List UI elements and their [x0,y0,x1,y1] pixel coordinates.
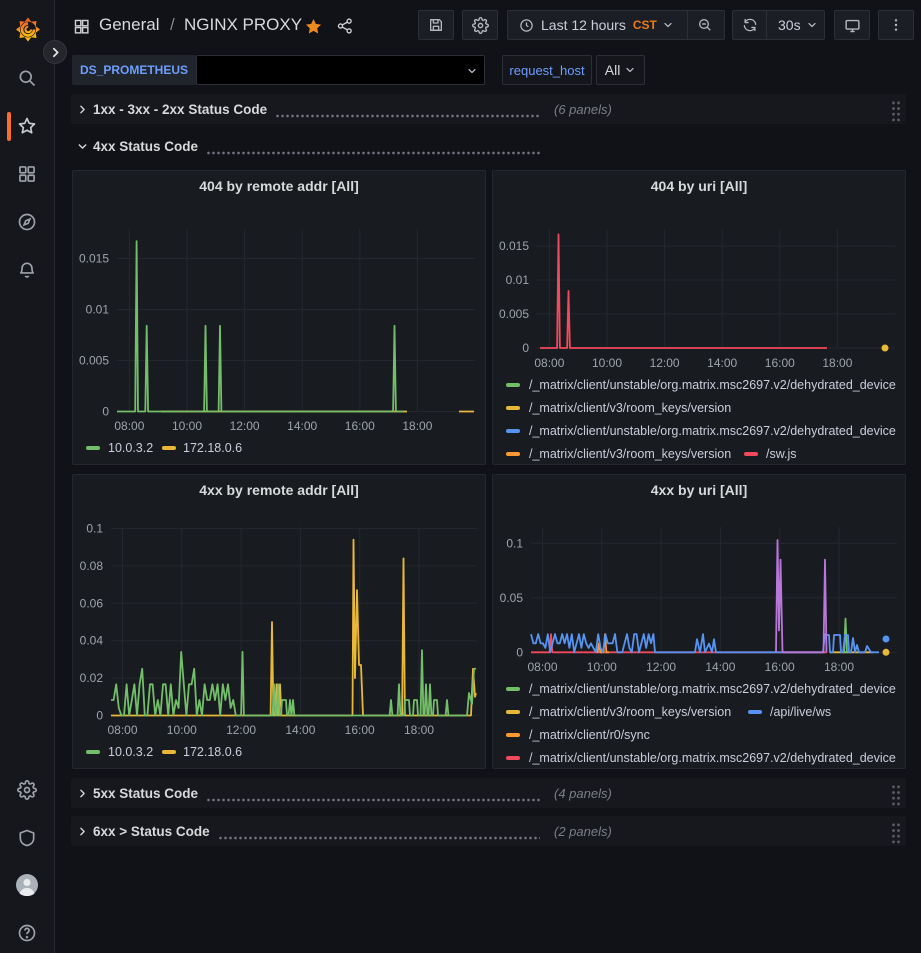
svg-text:12:00: 12:00 [646,660,676,674]
svg-text:/api/live/ws: /api/live/ws [770,705,831,719]
svg-text:0: 0 [516,645,523,659]
svg-text:10:00: 10:00 [592,356,622,370]
svg-text:10:00: 10:00 [167,723,197,737]
svg-text:18:00: 18:00 [822,356,852,370]
svg-text:0.015: 0.015 [79,252,109,266]
svg-text:18:00: 18:00 [824,660,854,674]
svg-text:/_matrix/client/v3/room_keys/v: /_matrix/client/v3/room_keys/version [529,447,731,461]
svg-text:14:00: 14:00 [707,356,737,370]
svg-text:08:00: 08:00 [114,419,144,433]
svg-text:0: 0 [522,341,529,355]
svg-text:14:00: 14:00 [705,660,735,674]
svg-text:/_matrix/client/r0/sync: /_matrix/client/r0/sync [529,728,650,742]
svg-text:0.005: 0.005 [499,307,529,321]
svg-text:10.0.3.2: 10.0.3.2 [108,441,153,455]
svg-text:/_matrix/client/unstable/org.m: /_matrix/client/unstable/org.matrix.msc2… [529,682,896,696]
svg-text:10.0.3.2: 10.0.3.2 [108,745,153,759]
svg-text:0.01: 0.01 [506,273,530,287]
svg-text:16:00: 16:00 [765,660,795,674]
svg-text:08:00: 08:00 [107,723,137,737]
svg-text:0: 0 [102,405,109,419]
svg-text:0.015: 0.015 [499,239,529,253]
svg-text:10:00: 10:00 [587,660,617,674]
svg-text:12:00: 12:00 [230,419,260,433]
svg-text:0.1: 0.1 [506,536,523,550]
svg-text:0.1: 0.1 [86,522,103,536]
svg-text:/_matrix/client/v3/room_keys/v: /_matrix/client/v3/room_keys/version [529,401,731,415]
svg-text:16:00: 16:00 [345,419,375,433]
svg-text:/_matrix/client/unstable/org.m: /_matrix/client/unstable/org.matrix.msc2… [529,751,896,765]
svg-text:0.05: 0.05 [500,591,524,605]
svg-text:16:00: 16:00 [345,723,375,737]
svg-text:/sw.js: /sw.js [766,447,797,461]
svg-text:08:00: 08:00 [527,660,557,674]
svg-text:0: 0 [96,709,103,723]
svg-text:0.01: 0.01 [86,303,110,317]
svg-text:/_matrix/client/v3/room_keys/v: /_matrix/client/v3/room_keys/version [529,705,731,719]
svg-text:12:00: 12:00 [226,723,256,737]
svg-text:0.02: 0.02 [80,671,104,685]
svg-text:0.06: 0.06 [80,596,104,610]
svg-text:14:00: 14:00 [287,419,317,433]
svg-text:/_matrix/client/unstable/org.m: /_matrix/client/unstable/org.matrix.msc2… [529,424,896,438]
svg-text:0.04: 0.04 [80,634,104,648]
svg-text:16:00: 16:00 [765,356,795,370]
svg-text:172.18.0.6: 172.18.0.6 [183,745,242,759]
svg-text:14:00: 14:00 [285,723,315,737]
svg-text:18:00: 18:00 [404,723,434,737]
svg-text:12:00: 12:00 [650,356,680,370]
svg-text:/_matrix/client/unstable/org.m: /_matrix/client/unstable/org.matrix.msc2… [529,378,896,392]
svg-text:0.005: 0.005 [79,354,109,368]
svg-text:18:00: 18:00 [402,419,432,433]
svg-text:172.18.0.6: 172.18.0.6 [183,441,242,455]
svg-text:0.08: 0.08 [80,559,104,573]
svg-text:08:00: 08:00 [534,356,564,370]
svg-text:10:00: 10:00 [172,419,202,433]
